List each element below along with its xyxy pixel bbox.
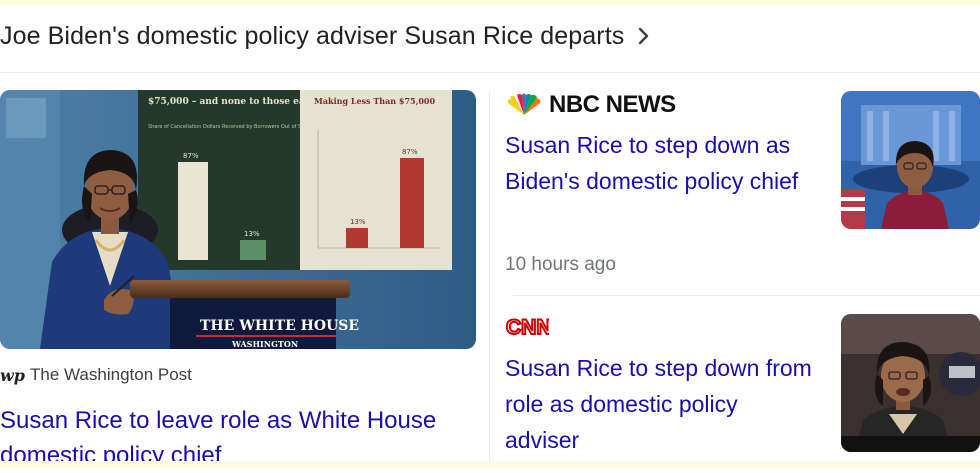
- story-thumbnail[interactable]: [841, 91, 980, 229]
- lead-source: wp The Washington Post: [0, 363, 192, 387]
- story-card[interactable]: NBC NEWS Susan Rice to step down as Bide…: [505, 90, 980, 290]
- cluster-title: Joe Biden's domestic policy adviser Susa…: [0, 21, 625, 50]
- story-title-link[interactable]: Susan Rice to step down from role as dom…: [505, 350, 815, 458]
- top-strip: [0, 0, 980, 5]
- chart-left-small-label: 13%: [244, 230, 260, 238]
- story-source: CNN: [506, 316, 549, 338]
- cnn-logo-icon: CNN: [505, 315, 549, 338]
- podium-subtitle: WASHINGTON: [231, 339, 298, 349]
- washington-post-logo-icon: wp: [0, 365, 25, 385]
- nbc-peacock-icon: [507, 93, 541, 115]
- chart-right-small-label: 13%: [350, 218, 366, 226]
- nbc-news-logo: NBC NEWS: [505, 91, 676, 118]
- chart-right-bar-label: 87%: [402, 148, 418, 156]
- source-name: The Washington Post: [30, 365, 192, 384]
- story-source: NBC NEWS: [549, 91, 676, 118]
- bottom-strip: [0, 461, 980, 468]
- column-divider: [489, 92, 490, 462]
- story-cluster-heading[interactable]: Joe Biden's domestic policy adviser Susa…: [0, 14, 980, 58]
- divider: [0, 72, 980, 73]
- story-timestamp: 10 hours ago: [505, 254, 616, 275]
- lead-story-image[interactable]: $75,000 – and none to those earning more…: [0, 90, 476, 349]
- story-title-link[interactable]: Susan Rice to step down as Biden's domes…: [505, 127, 815, 199]
- story-card[interactable]: CNN Susan Rice to step down from role as…: [505, 312, 980, 462]
- chevron-right-icon[interactable]: [638, 27, 650, 45]
- lead-story-card[interactable]: $75,000 – and none to those earning more…: [0, 90, 476, 469]
- podium-title: THE WHITE HOUSE: [200, 318, 359, 334]
- chart-left-bar-label: 87%: [183, 152, 199, 160]
- story-thumbnail[interactable]: [841, 314, 980, 452]
- divider: [513, 295, 980, 296]
- chart-right-title: Making Less Than $75,000: [314, 96, 435, 106]
